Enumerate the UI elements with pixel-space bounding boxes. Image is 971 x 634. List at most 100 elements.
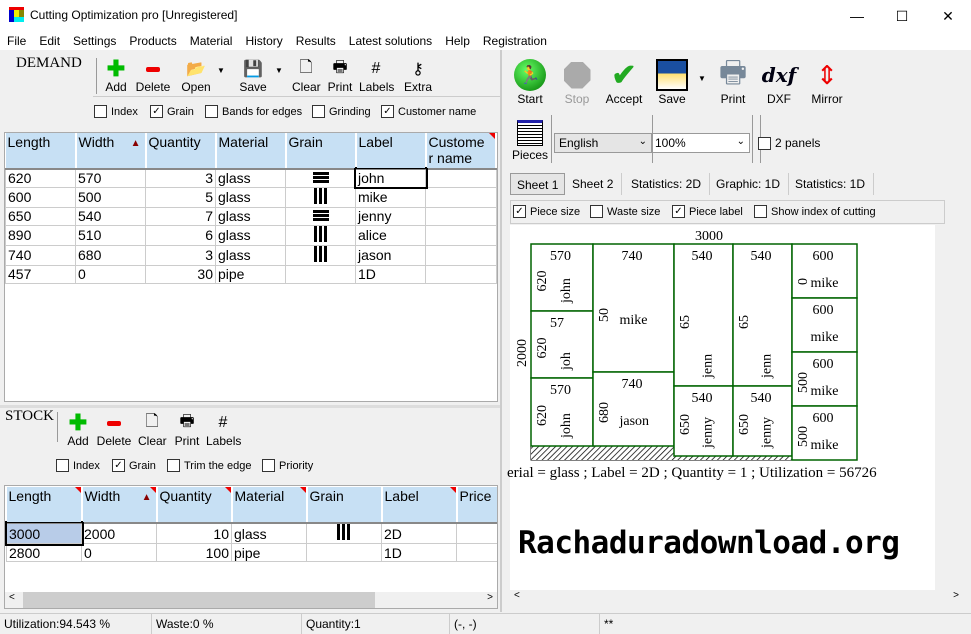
- cell-width[interactable]: 570: [75, 168, 146, 188]
- cell-label[interactable]: john: [353, 167, 428, 189]
- customer-name-checkbox[interactable]: ✓ Customer name: [381, 105, 476, 118]
- pieces-button[interactable]: Pieces: [512, 118, 548, 162]
- bands-for-edges-checkbox[interactable]: Bands for edges: [205, 105, 302, 118]
- cell-price[interactable]: [456, 522, 497, 544]
- col-width[interactable]: Width ▲: [81, 487, 158, 524]
- cut-piece[interactable]: 600500 mike: [791, 351, 858, 407]
- stock-horizontal-scrollbar[interactable]: < >: [5, 592, 497, 608]
- demand-labels-button[interactable]: # Labels: [359, 58, 394, 94]
- menu-edit[interactable]: Edit: [32, 32, 66, 50]
- tab-sheet-2[interactable]: Sheet 2: [564, 173, 623, 195]
- cell-quantity[interactable]: 5: [145, 186, 216, 208]
- table-row[interactable]: 457 0 30 pipe 1D: [5, 264, 497, 284]
- demand-delete-button[interactable]: Delete: [134, 58, 172, 94]
- cut-piece[interactable]: 540 65 jenn: [673, 243, 734, 387]
- demand-open-button[interactable]: 📂 Open: [180, 58, 212, 94]
- cell-label[interactable]: jenny: [355, 206, 426, 226]
- table-row[interactable]: 620 570 3 glass john: [5, 167, 497, 189]
- menu-file[interactable]: File: [0, 32, 32, 50]
- cell-material[interactable]: glass: [215, 224, 286, 246]
- priority-checkbox[interactable]: Priority: [262, 459, 313, 472]
- col-customer-name[interactable]: Custome r name: [425, 133, 497, 170]
- stock-print-button[interactable]: 🖶 Print: [174, 412, 200, 449]
- stock-labels-button[interactable]: # Labels: [206, 412, 241, 448]
- menu-material[interactable]: Material: [183, 32, 239, 50]
- col-label[interactable]: Label: [381, 487, 458, 524]
- cell-length[interactable]: 600: [5, 186, 76, 208]
- demand-save-button[interactable]: 💾 Save: [238, 58, 268, 94]
- piece-label-checkbox[interactable]: ✓ Piece label: [672, 205, 743, 218]
- demand-add-button[interactable]: ✚ Add: [104, 56, 128, 94]
- trim-the-edge-checkbox[interactable]: Trim the edge: [167, 459, 251, 472]
- cell-length[interactable]: 2800: [6, 543, 82, 562]
- two-panels-checkbox[interactable]: 2 panels: [758, 136, 820, 150]
- cell-width[interactable]: 500: [75, 186, 146, 208]
- close-button[interactable]: ✕: [925, 0, 971, 32]
- cell-length[interactable]: 457: [5, 264, 76, 284]
- scroll-left-arrow[interactable]: <: [514, 590, 520, 601]
- cell-grain[interactable]: [285, 206, 356, 226]
- cut-piece[interactable]: 570620 john: [530, 377, 594, 447]
- cell-grain[interactable]: [285, 168, 356, 188]
- menu-settings[interactable]: Settings: [66, 32, 122, 50]
- col-width[interactable]: Width ▲: [75, 133, 147, 170]
- dxf-button[interactable]: dxf DXF: [761, 58, 797, 106]
- cell-label[interactable]: mike: [355, 186, 426, 208]
- cell-material[interactable]: pipe: [231, 543, 307, 562]
- cell-quantity[interactable]: 7: [145, 206, 216, 226]
- table-row[interactable]: 600 500 5 glass mike: [5, 186, 497, 208]
- col-material[interactable]: Material: [231, 487, 308, 524]
- cell-customer[interactable]: [425, 168, 497, 188]
- cut-piece[interactable]: 540 650 jenny: [732, 385, 793, 457]
- cell-label[interactable]: alice: [355, 224, 426, 246]
- stock-delete-button[interactable]: Delete: [96, 412, 132, 448]
- cell-material[interactable]: glass: [231, 522, 307, 544]
- cell-quantity[interactable]: 100: [156, 543, 232, 562]
- cut-piece[interactable]: 600 mike: [791, 297, 858, 353]
- cell-width[interactable]: 0: [81, 543, 157, 562]
- cell-grain[interactable]: [285, 224, 356, 246]
- cell-customer[interactable]: [425, 206, 497, 226]
- language-select[interactable]: English ⌄: [554, 133, 652, 153]
- cell-quantity[interactable]: 30: [145, 264, 216, 284]
- mirror-button[interactable]: ⇕ Mirror: [809, 58, 845, 107]
- col-label[interactable]: Label: [355, 133, 427, 170]
- col-length[interactable]: Length: [6, 487, 83, 524]
- minimize-button[interactable]: —: [834, 0, 880, 32]
- zoom-select[interactable]: 100% ⌄: [652, 133, 750, 153]
- table-row[interactable]: 890 510 6 glass alice: [5, 224, 497, 246]
- demand-grain-checkbox[interactable]: ✓ Grain: [150, 105, 194, 118]
- cell-width[interactable]: 510: [75, 224, 146, 246]
- save-dropdown-arrow[interactable]: ▼: [697, 74, 707, 83]
- scroll-right-arrow[interactable]: >: [487, 592, 493, 603]
- table-row[interactable]: 740 680 3 glass jason: [5, 244, 497, 266]
- menu-history[interactable]: History: [238, 32, 288, 50]
- cell-quantity[interactable]: 3: [145, 244, 216, 266]
- cell-grain[interactable]: [285, 264, 356, 284]
- show-index-of-cutting-checkbox[interactable]: Show index of cutting: [754, 205, 876, 218]
- cut-piece[interactable]: 540 650 jenny: [673, 385, 734, 457]
- cell-length[interactable]: 890: [5, 224, 76, 246]
- start-button[interactable]: 🏃 Start: [511, 58, 549, 106]
- demand-clear-button[interactable]: 🗋 Clear: [292, 58, 321, 95]
- save-dropdown-arrow[interactable]: ▼: [274, 66, 284, 75]
- cell-quantity[interactable]: 6: [145, 224, 216, 246]
- col-grain[interactable]: Grain: [306, 487, 383, 524]
- cell-customer[interactable]: [425, 264, 497, 284]
- waste-size-checkbox[interactable]: Waste size: [590, 205, 660, 218]
- menu-latest-solutions[interactable]: Latest solutions: [342, 32, 438, 50]
- cut-piece[interactable]: 57620 joh: [530, 310, 594, 379]
- tab-statistics-1d[interactable]: Statistics: 1D: [787, 173, 875, 195]
- scroll-right-arrow[interactable]: >: [953, 590, 959, 601]
- menu-results[interactable]: Results: [289, 32, 342, 50]
- cell-quantity[interactable]: 3: [145, 168, 216, 188]
- menu-help[interactable]: Help: [438, 32, 476, 50]
- cell-width[interactable]: 0: [75, 264, 146, 284]
- demand-print-button[interactable]: 🖶 Print: [327, 58, 353, 95]
- cell-customer[interactable]: [425, 224, 497, 246]
- cut-piece[interactable]: 740 680 jason: [592, 371, 675, 447]
- cell-length[interactable]: 3000: [5, 521, 84, 546]
- cut-piece[interactable]: 570620 john: [530, 243, 594, 312]
- cut-piece[interactable]: 600500 mike: [791, 405, 858, 461]
- cell-label[interactable]: jason: [355, 244, 426, 266]
